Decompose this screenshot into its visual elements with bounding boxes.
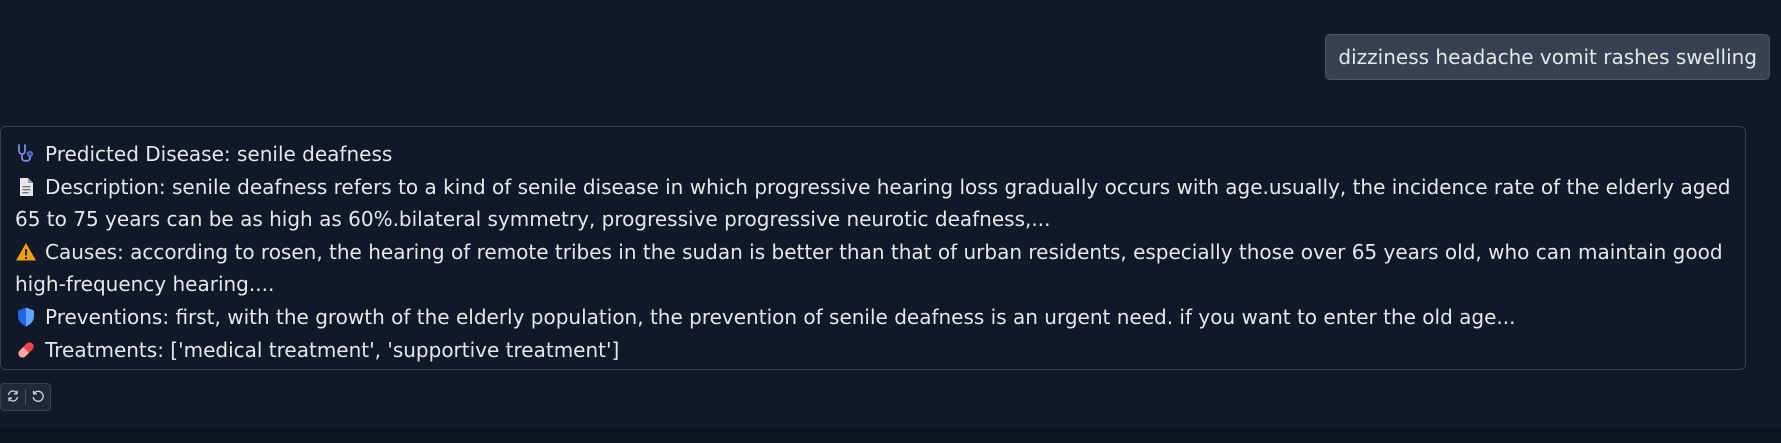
- bottom-strip: [0, 428, 1781, 443]
- chat-area: dizziness headache vomit rashes swelling…: [0, 0, 1781, 428]
- message-actions: [0, 383, 51, 411]
- stethoscope-icon: [15, 142, 37, 164]
- bot-response-card: Predicted Disease: senile deafness Descr…: [0, 126, 1746, 370]
- pill-icon: [15, 338, 37, 360]
- description-line: Description: senile deafness refers to a…: [15, 171, 1731, 236]
- undo-button[interactable]: [26, 385, 50, 409]
- retry-icon: [6, 388, 20, 407]
- predicted-disease-line: Predicted Disease: senile deafness: [15, 138, 1731, 171]
- warning-icon: [15, 240, 37, 262]
- causes-text: Causes: according to rosen, the hearing …: [15, 239, 1723, 297]
- preventions-text: Preventions: first, with the growth of t…: [45, 304, 1516, 329]
- user-message-text: dizziness headache vomit rashes swelling: [1338, 45, 1757, 69]
- treatments-text: Treatments: ['medical treatment', 'suppo…: [45, 337, 620, 362]
- shield-icon: [15, 305, 37, 327]
- user-message-bubble: dizziness headache vomit rashes swelling: [1325, 34, 1770, 80]
- predicted-disease-text: Predicted Disease: senile deafness: [45, 142, 393, 166]
- retry-button[interactable]: [1, 385, 25, 409]
- treatments-line: Treatments: ['medical treatment', 'suppo…: [15, 334, 1731, 367]
- description-text: Description: senile deafness refers to a…: [15, 174, 1731, 232]
- preventions-line: Preventions: first, with the growth of t…: [15, 301, 1731, 334]
- document-icon: [15, 175, 37, 197]
- undo-icon: [31, 388, 45, 407]
- causes-line: Causes: according to rosen, the hearing …: [15, 236, 1731, 301]
